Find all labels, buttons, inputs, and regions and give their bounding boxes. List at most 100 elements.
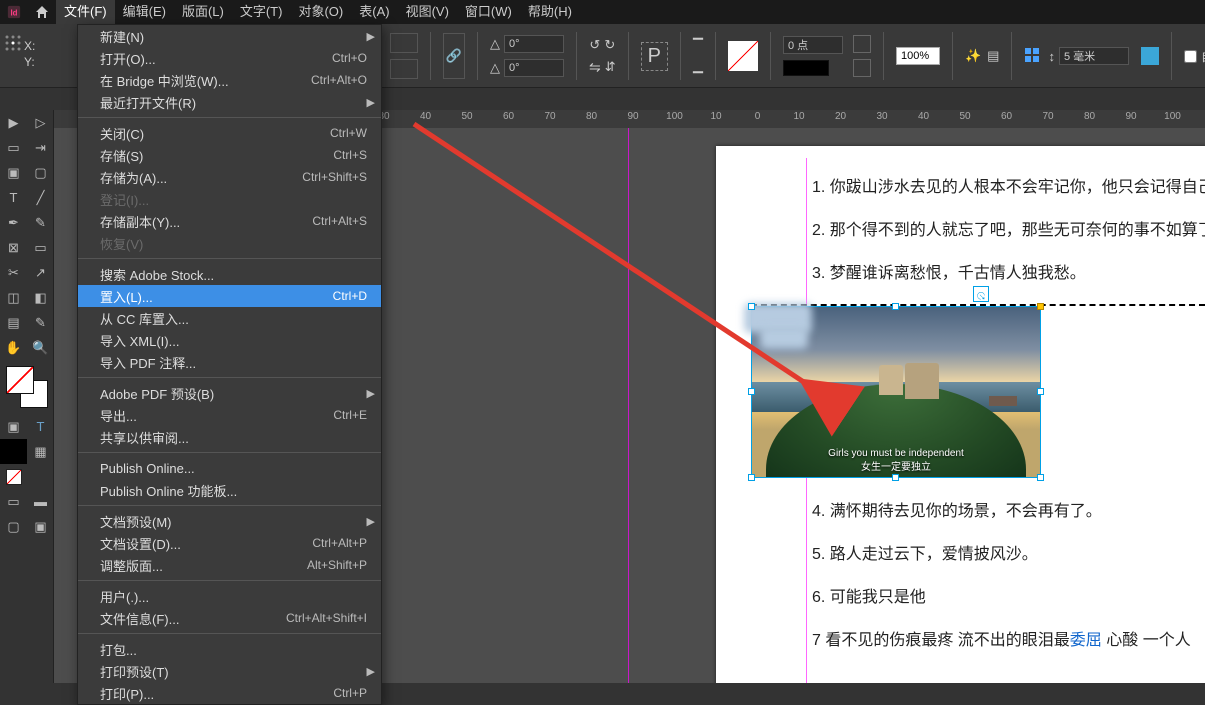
menu-文件[interactable]: 文件(F) [56, 0, 115, 24]
effects-icon[interactable]: ✨ [965, 48, 981, 64]
rotate-cw-icon[interactable]: ↻ [604, 37, 615, 53]
menu-item[interactable]: 导出...Ctrl+E [78, 404, 381, 426]
submenu-arrow-icon: ▶ [367, 515, 375, 528]
text-wrap-icon[interactable]: ▤ [987, 48, 999, 64]
gap-tool-icon[interactable]: ⇥ [27, 135, 54, 160]
rotation-field[interactable] [504, 35, 564, 53]
height-field[interactable] [390, 59, 418, 79]
menu-对象[interactable]: 对象(O) [290, 0, 351, 24]
rectangle-frame-tool-icon[interactable]: ⊠ [0, 235, 27, 260]
pencil-tool-icon[interactable]: ✎ [27, 210, 54, 235]
menu-视图[interactable]: 视图(V) [398, 0, 457, 24]
menu-文字[interactable]: 文字(T) [232, 0, 291, 24]
menu-item[interactable]: 导入 PDF 注释... [78, 351, 381, 373]
screen-mode-icon[interactable]: ▢ [0, 514, 27, 539]
paragraph-mark-icon[interactable]: P [641, 42, 668, 71]
apply-color-icon[interactable] [0, 439, 27, 464]
menu-item[interactable]: 从 CC 库置入... [78, 307, 381, 329]
flip-v-icon[interactable]: ⇵ [605, 59, 616, 76]
scissors-tool-icon[interactable]: ✂ [0, 260, 27, 285]
type-tool-icon[interactable]: T [0, 185, 27, 210]
menu-item[interactable]: 文件信息(F)...Ctrl+Alt+Shift+I [78, 607, 381, 629]
free-transform-tool-icon[interactable]: ↗ [27, 260, 54, 285]
eyedropper-tool-icon[interactable]: ✎ [27, 310, 54, 335]
menu-item[interactable]: 打印预设(T)▶ [78, 660, 381, 682]
flip-h-icon[interactable]: ⇋ [589, 59, 601, 76]
note-tool-icon[interactable]: ▤ [0, 310, 27, 335]
menu-item[interactable]: 调整版面...Alt+Shift+P [78, 554, 381, 576]
submenu-arrow-icon: ▶ [367, 665, 375, 678]
selection-tool-icon[interactable]: ▶ [0, 110, 27, 135]
menu-编辑[interactable]: 编辑(E) [115, 0, 174, 24]
menu-item[interactable]: 打包... [78, 638, 381, 660]
text-line: 4. 满怀期待去见你的场景，不会再有了。 [812, 498, 1205, 527]
menu-item-shortcut: Ctrl+O [332, 51, 367, 65]
line-tool-icon[interactable]: ╱ [27, 185, 54, 210]
menu-item[interactable]: 打印(P)...Ctrl+P [78, 682, 381, 704]
menu-帮助[interactable]: 帮助(H) [520, 0, 580, 24]
menu-表[interactable]: 表(A) [351, 0, 397, 24]
file-menu-dropdown[interactable]: 新建(N)▶打开(O)...Ctrl+O在 Bridge 中浏览(W)...Ct… [77, 24, 382, 705]
menu-item[interactable]: 导入 XML(I)... [78, 329, 381, 351]
apply-none-icon[interactable] [0, 464, 27, 489]
content-collector-icon[interactable]: ▣ [0, 160, 27, 185]
direct-selection-tool-icon[interactable]: ▷ [27, 110, 54, 135]
hand-tool-icon[interactable]: ✋ [0, 335, 27, 360]
zoom-tool-icon[interactable]: 🔍 [27, 335, 54, 360]
swatch-none-icon[interactable] [853, 35, 871, 53]
fill-none-swatch[interactable] [728, 41, 758, 71]
home-icon[interactable] [28, 0, 56, 24]
view-mode-preview-icon[interactable]: ▬ [27, 489, 54, 514]
align-top-icon[interactable]: ▔ [693, 38, 703, 54]
menu-item[interactable]: 存储为(A)...Ctrl+Shift+S [78, 166, 381, 188]
menu-item-label: 导入 PDF 注释... [100, 353, 367, 372]
swatch-square-icon[interactable] [853, 59, 871, 77]
rotate-ccw-icon[interactable]: ↺ [589, 37, 600, 53]
menu-版面[interactable]: 版面(L) [174, 0, 232, 24]
menu-item[interactable]: 打开(O)...Ctrl+O [78, 47, 381, 69]
width-field[interactable] [390, 33, 418, 53]
menu-item[interactable]: 文档设置(D)...Ctrl+Alt+P [78, 532, 381, 554]
menu-item[interactable]: 在 Bridge 中浏览(W)...Ctrl+Alt+O [78, 69, 381, 91]
opacity-field[interactable] [896, 47, 940, 65]
menu-item[interactable]: 存储副本(Y)...Ctrl+Alt+S [78, 210, 381, 232]
shear-field[interactable] [504, 59, 564, 77]
menu-item[interactable]: 搜索 Adobe Stock... [78, 263, 381, 285]
gradient-feather-tool-icon[interactable]: ◧ [27, 285, 54, 310]
grid-gap-field[interactable] [1059, 47, 1129, 65]
formatting-text-icon[interactable]: T [27, 414, 54, 439]
pen-tool-icon[interactable]: ✒ [0, 210, 27, 235]
menu-item-shortcut: Ctrl+P [333, 686, 367, 700]
reference-point-icon[interactable] [4, 34, 22, 78]
align-bottom-icon[interactable]: ▁ [693, 58, 703, 74]
menu-窗口[interactable]: 窗口(W) [457, 0, 520, 24]
content-placer-icon[interactable]: ▢ [27, 160, 54, 185]
hyperlink[interactable]: 委屈 [1070, 632, 1102, 649]
menu-item[interactable]: 置入(L)...Ctrl+D [78, 285, 381, 307]
menu-item[interactable]: 共享以供审阅... [78, 426, 381, 448]
grid-icon[interactable] [1024, 47, 1042, 65]
menu-item[interactable]: Adobe PDF 预设(B)▶ [78, 382, 381, 404]
menu-item[interactable]: Publish Online... [78, 457, 381, 479]
stroke-weight-field[interactable] [783, 36, 843, 54]
screen-mode-2-icon[interactable]: ▣ [27, 514, 54, 539]
anchor-marker-icon[interactable] [973, 286, 989, 302]
menu-item[interactable]: 关闭(C)Ctrl+W [78, 122, 381, 144]
auto-checkbox[interactable]: 自 [1184, 48, 1205, 65]
stroke-style-dropdown[interactable] [783, 60, 829, 76]
menu-item[interactable]: 用户(.)... [78, 585, 381, 607]
apply-gradient-icon[interactable]: ▦ [27, 439, 54, 464]
menu-item[interactable]: 存储(S)Ctrl+S [78, 144, 381, 166]
gradient-swatch-tool-icon[interactable]: ◫ [0, 285, 27, 310]
fill-stroke-swatch[interactable] [6, 366, 48, 408]
link-icon[interactable]: 🔗 [443, 33, 465, 79]
view-mode-normal-icon[interactable]: ▭ [0, 489, 27, 514]
page-tool-icon[interactable]: ▭ [0, 135, 27, 160]
menu-item[interactable]: Publish Online 功能板... [78, 479, 381, 501]
rectangle-tool-icon[interactable]: ▭ [27, 235, 54, 260]
formatting-container-icon[interactable]: ▣ [0, 414, 27, 439]
menu-item[interactable]: 新建(N)▶ [78, 25, 381, 47]
menu-item[interactable]: 最近打开文件(R)▶ [78, 91, 381, 113]
menu-item[interactable]: 文档预设(M)▶ [78, 510, 381, 532]
blue-square-icon[interactable] [1141, 47, 1159, 65]
